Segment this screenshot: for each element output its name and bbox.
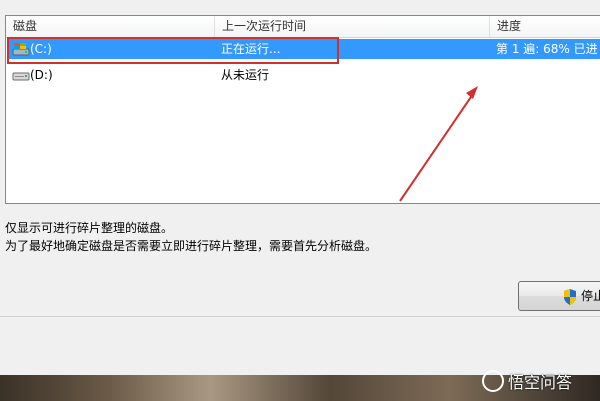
column-last-run[interactable]: 上一次运行时间 [214,16,489,37]
column-progress[interactable]: 进度 [489,16,600,37]
last-run-value: 正在运行... [221,42,281,56]
hard-drive-icon [12,72,30,81]
info-text-line1: 仅显示可进行碎片整理的磁盘。 [5,221,174,235]
disk-name: (D:) [30,68,53,82]
column-progress-label: 进度 [497,19,522,33]
disk-name: (C:) [30,42,52,56]
column-disk-label: 磁盘 [13,19,38,33]
disk-row-c[interactable]: (C:) 正在运行... 第 1 遍: 68% 已进 [7,39,600,59]
watermark-logo-icon [482,370,504,392]
stop-button[interactable]: 停止 [518,281,600,311]
last-run-value: 从未运行 [221,68,270,82]
system-drive-icon [12,43,30,56]
disk-row-d[interactable]: (D:) 从未运行 [7,65,600,85]
column-last-run-label: 上一次运行时间 [222,19,307,33]
stop-button-label: 停止 [581,289,600,303]
watermark-text: 悟空问答 [508,373,573,392]
info-text-line2: 为了最好地确定磁盘是否需要立即进行碎片整理，需要首先分析磁盘。 [5,239,378,253]
lower-panel [0,317,600,375]
list-header: 磁盘 上一次运行时间 进度 [6,16,600,38]
progress-value: 第 1 遍: 68% 已进 [496,42,598,56]
uac-shield-icon [564,289,576,305]
column-disk[interactable]: 磁盘 [6,16,214,37]
disk-list[interactable]: 磁盘 上一次运行时间 进度 (C:) 正在运行... 第 1 遍: 68% 已进… [5,15,600,204]
